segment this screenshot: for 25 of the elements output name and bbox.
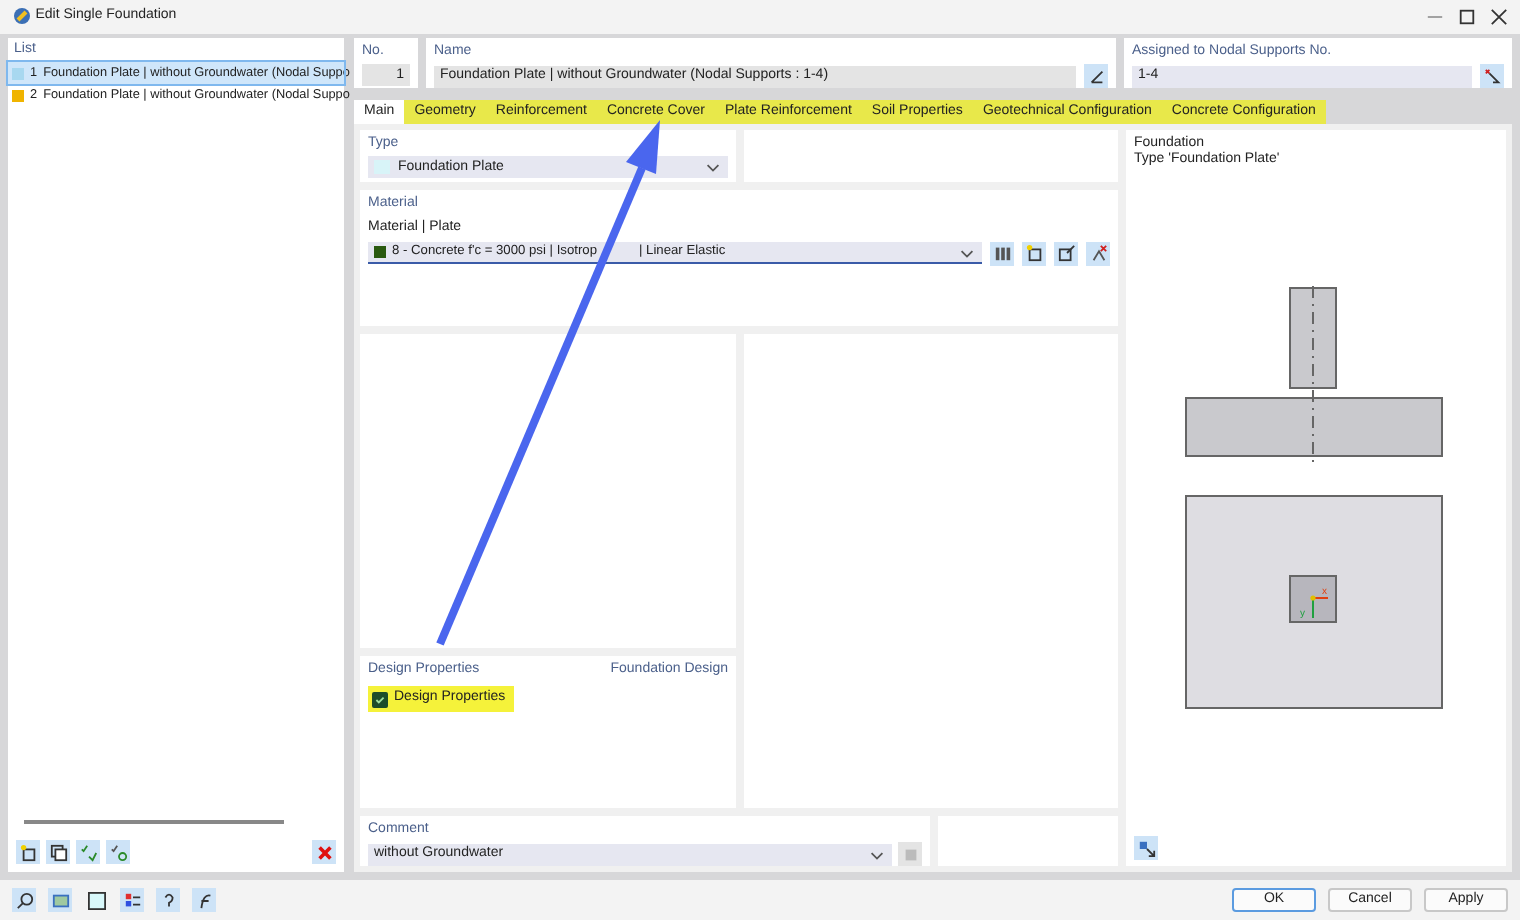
library-icon[interactable] [990,241,1014,266]
edit-material-icon[interactable] [1054,241,1078,266]
pick-material-icon[interactable] [1086,241,1110,266]
search-icon[interactable] [12,888,36,912]
material-color-icon [374,246,386,259]
uncheck-list-icon[interactable] [106,840,130,864]
app-logo-icon [12,6,32,28]
maximize-icon[interactable] [1458,7,1476,27]
check-list-icon[interactable] [76,840,100,864]
scrollbar[interactable] [24,820,284,824]
delete-icon[interactable] [312,840,336,864]
table-icon[interactable] [48,888,72,912]
help-icon[interactable] [156,888,180,912]
view-options-icon[interactable] [1134,836,1158,860]
color-legend-icon[interactable] [120,888,144,912]
pick-node-icon[interactable] [1480,64,1504,89]
frame-icon[interactable] [84,888,108,912]
type-color-icon [374,160,390,175]
new-item-icon[interactable] [16,840,40,864]
copy-icon[interactable] [46,840,70,864]
edit-name-icon[interactable] [1084,64,1108,89]
close-icon[interactable] [1490,7,1508,27]
checkbox-icon [372,691,388,708]
function-icon[interactable] [192,888,216,912]
new-material-icon[interactable] [1022,241,1046,266]
